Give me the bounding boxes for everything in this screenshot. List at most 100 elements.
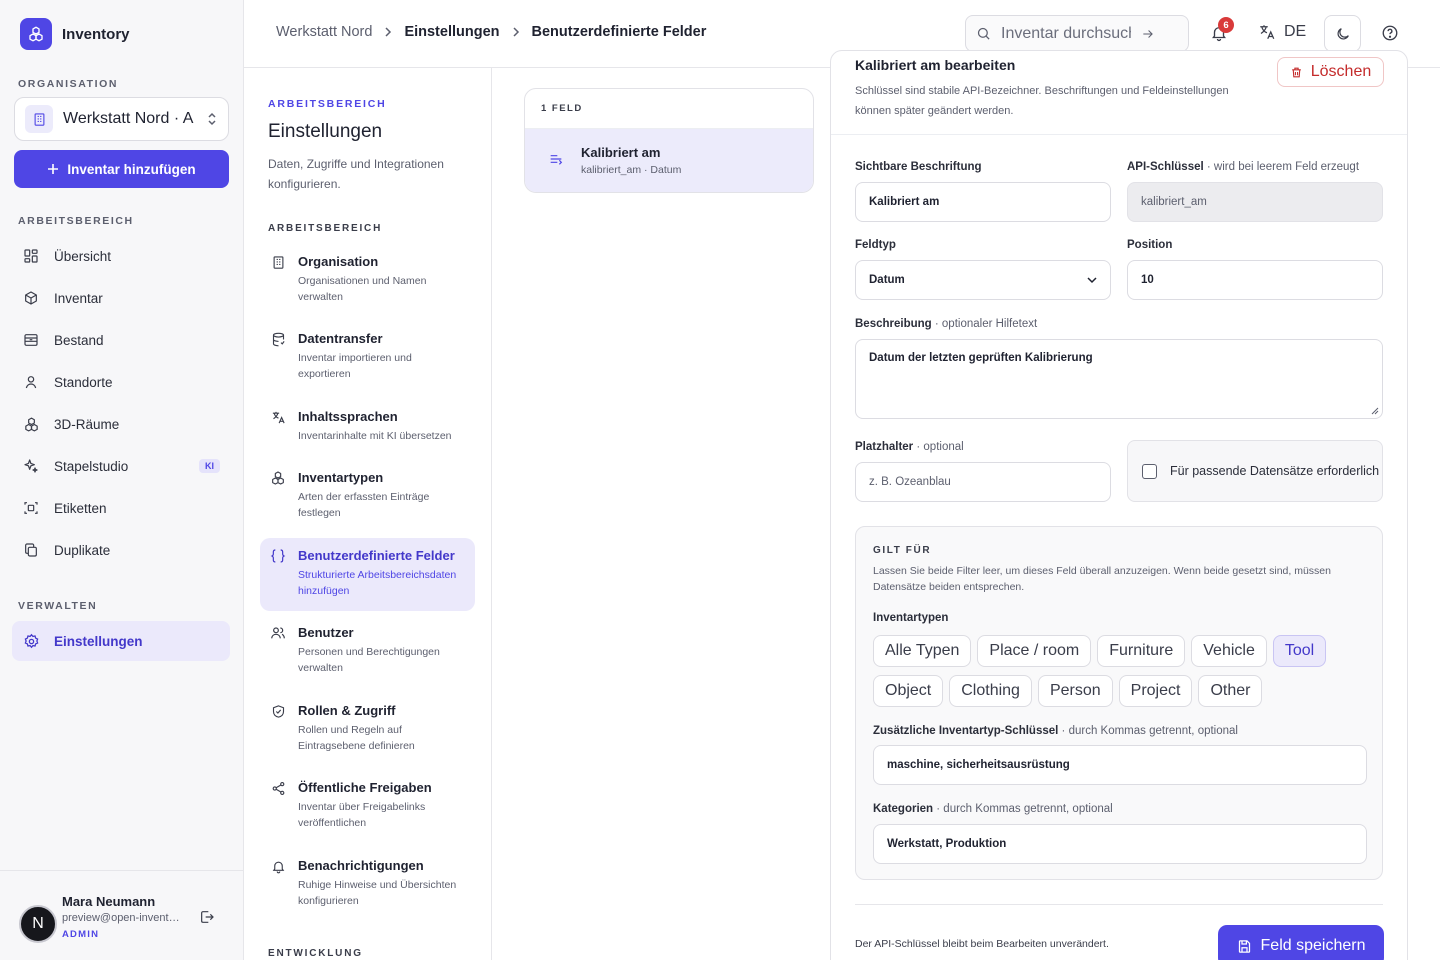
ai-badge: KI	[199, 459, 220, 473]
categories-input[interactable]: Werkstatt, Produktion	[873, 824, 1367, 864]
description-label: Beschreibung · optionaler Hilfetext	[855, 318, 1038, 330]
breadcrumb-item[interactable]: Werkstatt Nord	[276, 24, 372, 40]
share-icon	[270, 780, 286, 796]
field-editor-panel: Kalibriert am bearbeiten Schlüssel sind …	[830, 50, 1408, 960]
translate-icon	[270, 409, 286, 425]
type-chip[interactable]: Clothing	[949, 675, 1032, 707]
settings-item-desc: Ruhige Hinweise und Übersichten konfigur…	[298, 879, 457, 907]
type-chip[interactable]: Project	[1118, 675, 1193, 707]
settings-item-organization[interactable]: Organisation Organisationen und Namen ve…	[260, 244, 475, 315]
organization-name: Werkstatt Nord · A	[63, 110, 194, 127]
sidebar-item-duplicates[interactable]: Duplikate	[12, 530, 230, 570]
field-type-select[interactable]: Datum	[855, 260, 1111, 300]
type-chip[interactable]: Alle Typen	[873, 635, 972, 667]
settings-group-label: ARBEITSBEREICH	[268, 223, 383, 234]
sidebar-item-label: Etiketten	[54, 500, 107, 516]
settings-item-desc: Inventar über Freigabelinks veröffentlic…	[298, 801, 426, 829]
search-icon	[976, 26, 991, 41]
type-chip[interactable]: Other	[1198, 675, 1263, 707]
logout-icon[interactable]	[199, 909, 215, 925]
sidebar-item-3d-rooms[interactable]: 3D-Räume	[12, 404, 230, 444]
grid-icon	[22, 247, 40, 265]
position-input[interactable]: 10	[1127, 260, 1383, 300]
avatar[interactable]: N	[19, 905, 57, 943]
database-icon	[270, 331, 286, 347]
settings-item-title: Benachrichtigungen	[298, 858, 424, 873]
description-textarea[interactable]: Datum der letzten geprüften Kalibrierung	[855, 339, 1383, 419]
breadcrumb-item[interactable]: Einstellungen	[404, 24, 499, 40]
label-input[interactable]: Kalibriert am	[855, 182, 1111, 222]
settings-item-notifications[interactable]: Benachrichtigungen Ruhige Hinweise und Ü…	[260, 848, 475, 919]
shield-icon	[270, 703, 286, 719]
settings-item-desc: Strukturierte Arbeitsbereichsdaten hinzu…	[298, 569, 457, 597]
sidebar-item-label: Inventar	[54, 290, 103, 306]
extra-type-keys-input[interactable]: maschine, sicherheitsausrüstung	[873, 745, 1367, 785]
inventory-types-label: Inventartypen	[873, 612, 949, 624]
settings-item-public-shares[interactable]: Öffentliche Freigaben Inventar über Frei…	[260, 770, 475, 841]
theme-toggle-button[interactable]	[1324, 15, 1361, 52]
type-chip[interactable]: Furniture	[1097, 635, 1186, 667]
search-input[interactable]	[1001, 24, 1131, 43]
placeholder-label: Platzhalter · optional	[855, 441, 964, 453]
type-chip[interactable]: Vehicle	[1191, 635, 1267, 667]
settings-item-inventory-types[interactable]: Inventartypen Arten der erfassten Einträ…	[260, 460, 475, 531]
sidebar-item-settings[interactable]: Einstellungen	[12, 621, 230, 661]
type-chip[interactable]: Place / room	[977, 635, 1092, 667]
settings-item-data-transfer[interactable]: Datentransfer Inventar importieren und e…	[260, 321, 475, 392]
settings-item-title: Benutzer	[298, 625, 354, 640]
required-checkbox-row[interactable]: Für passende Datensätze erforderlich	[1127, 440, 1383, 502]
sidebar-item-stock[interactable]: Bestand	[12, 320, 230, 360]
settings-item-content-languages[interactable]: Inhaltssprachen Inventarinhalte mit KI ü…	[260, 399, 475, 454]
type-chip[interactable]: Person	[1037, 675, 1113, 707]
organization-select[interactable]: Werkstatt Nord · A	[14, 97, 229, 141]
chevron-right-icon	[384, 26, 392, 38]
settings-item-desc: Inventarinhalte mit KI übersetzen	[298, 430, 452, 442]
list-item[interactable]: Kalibriert am kalibriert_am · Datum	[525, 129, 813, 192]
user-name: Mara Neumann	[62, 894, 156, 909]
sidebar-item-locations[interactable]: Standorte	[12, 362, 230, 402]
sidebar: Inventory ORGANISATION Werkstatt Nord · …	[0, 0, 244, 960]
brand[interactable]: Inventory	[20, 18, 130, 50]
type-chip[interactable]: Object	[873, 675, 944, 707]
plus-icon	[47, 163, 59, 175]
braces-icon	[270, 548, 286, 564]
add-inventory-button[interactable]: Inventar hinzufügen	[14, 150, 229, 188]
sidebar-item-labels[interactable]: Etiketten	[12, 488, 230, 528]
sidebar-item-label: Duplikate	[54, 542, 111, 558]
trash-icon	[1290, 66, 1303, 79]
save-icon	[1237, 939, 1252, 954]
box-icon	[22, 289, 40, 307]
search-box	[965, 15, 1189, 52]
help-icon[interactable]	[1381, 24, 1399, 42]
cubes-icon	[270, 470, 286, 486]
language-switcher[interactable]: DE	[1258, 23, 1306, 41]
language-code: DE	[1284, 23, 1307, 40]
app-name: Inventory	[62, 25, 130, 43]
users-icon	[270, 625, 286, 641]
manage-nav: Einstellungen	[12, 621, 230, 663]
delete-button[interactable]: Löschen	[1277, 57, 1384, 87]
arrow-right-icon[interactable]	[1141, 27, 1155, 41]
settings-item-users[interactable]: Benutzer Personen und Berechtigungen ver…	[260, 615, 475, 686]
divider	[855, 904, 1383, 905]
save-field-button[interactable]: Feld speichern	[1218, 925, 1384, 960]
required-checkbox[interactable]	[1142, 463, 1157, 479]
settings-item-roles-access[interactable]: Rollen & Zugriff Rollen und Regeln auf E…	[260, 693, 475, 764]
sidebar-item-overview[interactable]: Übersicht	[12, 236, 230, 276]
description-value: Datum der letzten geprüften Kalibrierung	[869, 352, 1093, 364]
settings-item-title: Benutzerdefinierte Felder	[298, 548, 455, 563]
chevron-right-icon	[512, 26, 520, 38]
sidebar-item-inventory[interactable]: Inventar	[12, 278, 230, 318]
placeholder-input[interactable]: z. B. Ozeanblau	[855, 462, 1111, 502]
type-chip-selected[interactable]: Tool	[1272, 635, 1327, 667]
delete-label: Löschen	[1310, 63, 1372, 80]
resize-handle-icon[interactable]	[1371, 407, 1379, 415]
manage-section-label: VERWALTEN	[18, 600, 98, 612]
settings-item-custom-fields[interactable]: Benutzerdefinierte Felder Strukturierte …	[260, 538, 475, 611]
breadcrumb: Werkstatt Nord Einstellungen Benutzerdef…	[276, 24, 706, 40]
settings-item-desc: Organisationen und Namen verwalten	[298, 275, 427, 303]
footer-note: Der API-Schlüssel bleibt beim Bearbeiten…	[855, 938, 1109, 950]
user-email: preview@open-inventory	[62, 912, 182, 924]
sidebar-item-batch-studio[interactable]: Stapelstudio KI	[12, 446, 230, 486]
settings-item-desc: Inventar importieren und exportieren	[298, 352, 412, 380]
